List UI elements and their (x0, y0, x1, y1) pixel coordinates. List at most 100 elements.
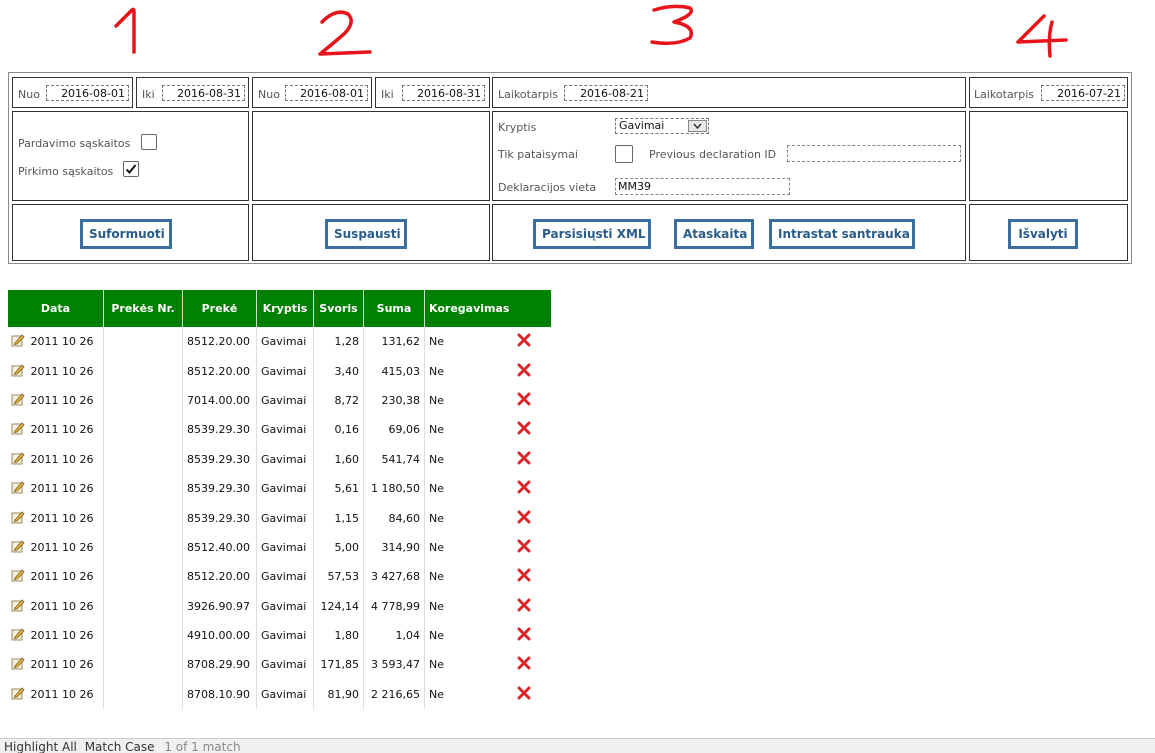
delete-x-icon[interactable] (517, 421, 531, 438)
delete-cell[interactable] (496, 474, 551, 503)
table-row[interactable]: 2011 10 26 8512.20.00 Gavimai 1,28 131,62 Ne (8, 327, 551, 357)
download-xml-button[interactable]: Parsisiųsti XML (533, 219, 651, 249)
col-header-date[interactable]: Data (8, 290, 104, 327)
s1-to-input[interactable]: 2016-08-31 (162, 85, 245, 101)
col-header-correction[interactable]: Koregavimas (424, 290, 551, 327)
delete-x-icon[interactable] (517, 363, 531, 380)
table-row[interactable]: 2011 10 26 8512.20.00 Gavimai 57,53 3 427,68… (8, 562, 551, 592)
delete-cell[interactable] (496, 592, 551, 621)
s3-period-input[interactable]: 2016-08-21 (564, 85, 648, 101)
s2-to-input[interactable]: 2016-08-31 (402, 85, 485, 101)
table-row[interactable]: 2011 10 26 8539.29.30 Gavimai 1,15 84,60 Ne (8, 503, 551, 533)
table-row[interactable]: 2011 10 26 8708.10.90 Gavimai 81,90 2 216,65… (8, 679, 551, 710)
edit-cell[interactable] (8, 621, 29, 650)
delete-cell[interactable] (496, 445, 551, 474)
delete-x-icon[interactable] (517, 451, 531, 468)
cell-item: 8512.20.00 (182, 356, 257, 386)
delete-x-icon[interactable] (517, 686, 531, 703)
delete-x-icon[interactable] (517, 539, 531, 556)
s3-period-cell: Laikotarpis 2016-08-21 (492, 77, 966, 108)
delete-cell[interactable] (496, 650, 551, 679)
match-case-label[interactable]: Match Case (85, 740, 155, 753)
edit-cell[interactable] (8, 356, 29, 385)
pencil-edit-icon[interactable] (11, 363, 25, 380)
edit-cell[interactable] (8, 445, 29, 474)
clear-button[interactable]: Išvalyti (1008, 219, 1078, 249)
previous-declaration-input[interactable] (787, 145, 961, 162)
pencil-edit-icon[interactable] (11, 452, 25, 468)
edit-cell[interactable] (8, 562, 29, 591)
pencil-edit-icon[interactable] (11, 628, 25, 644)
pencil-edit-icon[interactable] (11, 334, 25, 350)
cell-item: 7014.00.00 (182, 385, 257, 416)
direction-select[interactable]: Gavimai (615, 118, 709, 134)
delete-x-icon[interactable] (517, 656, 531, 673)
edit-cell[interactable] (8, 650, 29, 679)
col-header-item-no[interactable]: Prekės Nr. (103, 290, 183, 327)
delete-cell[interactable] (496, 415, 551, 444)
pencil-edit-icon[interactable] (11, 657, 25, 673)
table-row[interactable]: 2011 10 26 8539.29.30 Gavimai 5,61 1 180,50 N… (8, 473, 551, 504)
table-row[interactable]: 2011 10 26 8539.29.30 Gavimai 1,60 541,74 Ne (8, 444, 551, 474)
edit-cell[interactable] (8, 680, 29, 709)
delete-cell[interactable] (496, 533, 551, 562)
delete-x-icon[interactable] (517, 333, 531, 350)
delete-cell[interactable] (496, 356, 551, 385)
declaration-location-input[interactable]: MM39 (615, 178, 790, 195)
col-header-item[interactable]: Prekė (182, 290, 257, 327)
s1-from-input[interactable]: 2016-08-01 (46, 85, 129, 101)
purchase-invoices-checkbox[interactable] (123, 161, 139, 177)
edit-cell[interactable] (8, 503, 29, 532)
highlight-all-label[interactable]: Highlight All (4, 740, 77, 753)
table-row[interactable]: 2011 10 26 3926.90.97 Gavimai 124,14 4 778,9… (8, 591, 551, 621)
cell-direction: Gavimai (256, 327, 314, 357)
edit-cell[interactable] (8, 592, 29, 621)
table-row[interactable]: 2011 10 26 8512.40.00 Gavimai 5,00 314,90 Ne (8, 532, 551, 563)
col-header-amount[interactable]: Suma (363, 290, 425, 327)
edit-cell[interactable] (8, 474, 29, 503)
pencil-edit-icon[interactable] (11, 687, 25, 703)
edit-cell[interactable] (8, 327, 29, 356)
direction-label: Kryptis (498, 121, 537, 134)
col-header-weight[interactable]: Svoris (313, 290, 364, 327)
pencil-edit-icon[interactable] (11, 510, 25, 527)
edit-cell[interactable] (8, 415, 29, 444)
table-row[interactable]: 2011 10 26 7014.00.00 Gavimai 8,72 230,38 Ne (8, 385, 551, 416)
edit-cell[interactable] (8, 533, 29, 562)
s2-from-input[interactable]: 2016-08-01 (285, 85, 368, 101)
table-row[interactable]: 2011 10 26 8512.20.00 Gavimai 3,40 415,03 Ne (8, 356, 551, 386)
table-row[interactable]: 2011 10 26 8708.29.90 Gavimai 171,85 3 593,4… (8, 650, 551, 680)
cell-date: 2011 10 26 (28, 620, 104, 651)
corrections-only-checkbox[interactable] (615, 145, 633, 163)
delete-x-icon[interactable] (517, 480, 531, 497)
report-button[interactable]: Ataskaita (674, 219, 754, 249)
pencil-edit-icon[interactable] (11, 481, 25, 497)
generate-button[interactable]: Suformuoti (80, 219, 172, 249)
sales-invoices-checkbox[interactable] (141, 134, 157, 150)
edit-cell[interactable] (8, 386, 29, 415)
table-row[interactable]: 2011 10 26 4910.00.00 Gavimai 1,80 1,04 Ne (8, 620, 551, 651)
s1-to-cell: Iki 2016-08-31 (136, 77, 249, 108)
delete-x-icon[interactable] (517, 510, 531, 527)
s4-period-input[interactable]: 2016-07-21 (1041, 85, 1125, 101)
delete-cell[interactable] (496, 680, 551, 709)
delete-cell[interactable] (496, 503, 551, 532)
delete-cell[interactable] (496, 386, 551, 415)
delete-x-icon[interactable] (517, 392, 531, 409)
delete-cell[interactable] (496, 562, 551, 591)
col-header-direction[interactable]: Kryptis (256, 290, 314, 327)
delete-x-icon[interactable] (517, 568, 531, 585)
pencil-edit-icon[interactable] (11, 393, 25, 409)
intrastat-summary-button[interactable]: Intrastat santrauka (769, 219, 915, 249)
pencil-edit-icon[interactable] (11, 569, 25, 585)
table-row[interactable]: 2011 10 26 8539.29.30 Gavimai 0,16 69,06 Ne (8, 415, 551, 445)
pencil-edit-icon[interactable] (11, 540, 25, 556)
delete-cell[interactable] (496, 327, 551, 356)
delete-x-icon[interactable] (517, 627, 531, 644)
cell-direction: Gavimai (256, 562, 314, 592)
compress-button[interactable]: Suspausti (325, 219, 407, 249)
delete-cell[interactable] (496, 621, 551, 650)
delete-x-icon[interactable] (517, 598, 531, 615)
pencil-edit-icon[interactable] (11, 422, 25, 438)
pencil-edit-icon[interactable] (11, 599, 25, 615)
